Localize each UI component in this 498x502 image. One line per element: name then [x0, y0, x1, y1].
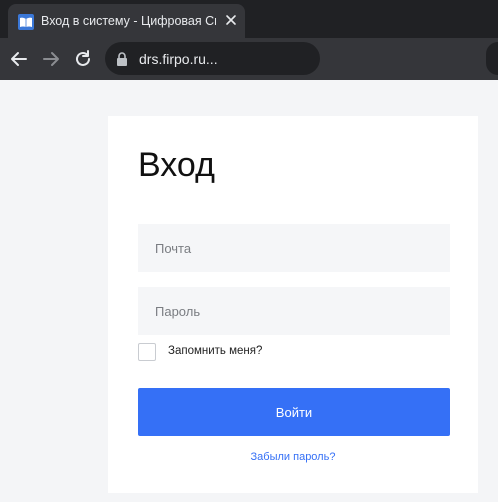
page-background: Вход Запомнить меня? Войти Забыли пароль…: [0, 80, 498, 502]
password-field[interactable]: [138, 287, 450, 335]
lock-icon[interactable]: [116, 52, 128, 66]
close-icon[interactable]: [223, 12, 239, 28]
toolbar-edge: [486, 42, 498, 75]
browser-tab[interactable]: Вход в систему - Цифровая Сис: [8, 4, 245, 38]
forward-arrow-icon[interactable]: [40, 48, 62, 70]
forgot-password-link[interactable]: Забыли пароль?: [108, 451, 478, 463]
address-bar[interactable]: drs.firpo.ru...: [105, 42, 320, 75]
reload-icon[interactable]: [72, 48, 94, 70]
tab-title: Вход в систему - Цифровая Сис: [41, 14, 216, 28]
book-icon: [18, 14, 34, 30]
remember-checkbox[interactable]: [138, 343, 156, 361]
login-button[interactable]: Войти: [138, 388, 450, 436]
browser-tabstrip: Вход в систему - Цифровая Сис: [0, 0, 498, 38]
browser-toolbar: drs.firpo.ru...: [0, 38, 498, 80]
email-field[interactable]: [138, 224, 450, 272]
login-card: Вход Запомнить меня? Войти Забыли пароль…: [108, 116, 478, 493]
url-text[interactable]: drs.firpo.ru...: [139, 51, 218, 67]
page-title: Вход: [138, 146, 215, 184]
back-arrow-icon[interactable]: [8, 48, 30, 70]
remember-label: Запомнить меня?: [168, 345, 263, 357]
